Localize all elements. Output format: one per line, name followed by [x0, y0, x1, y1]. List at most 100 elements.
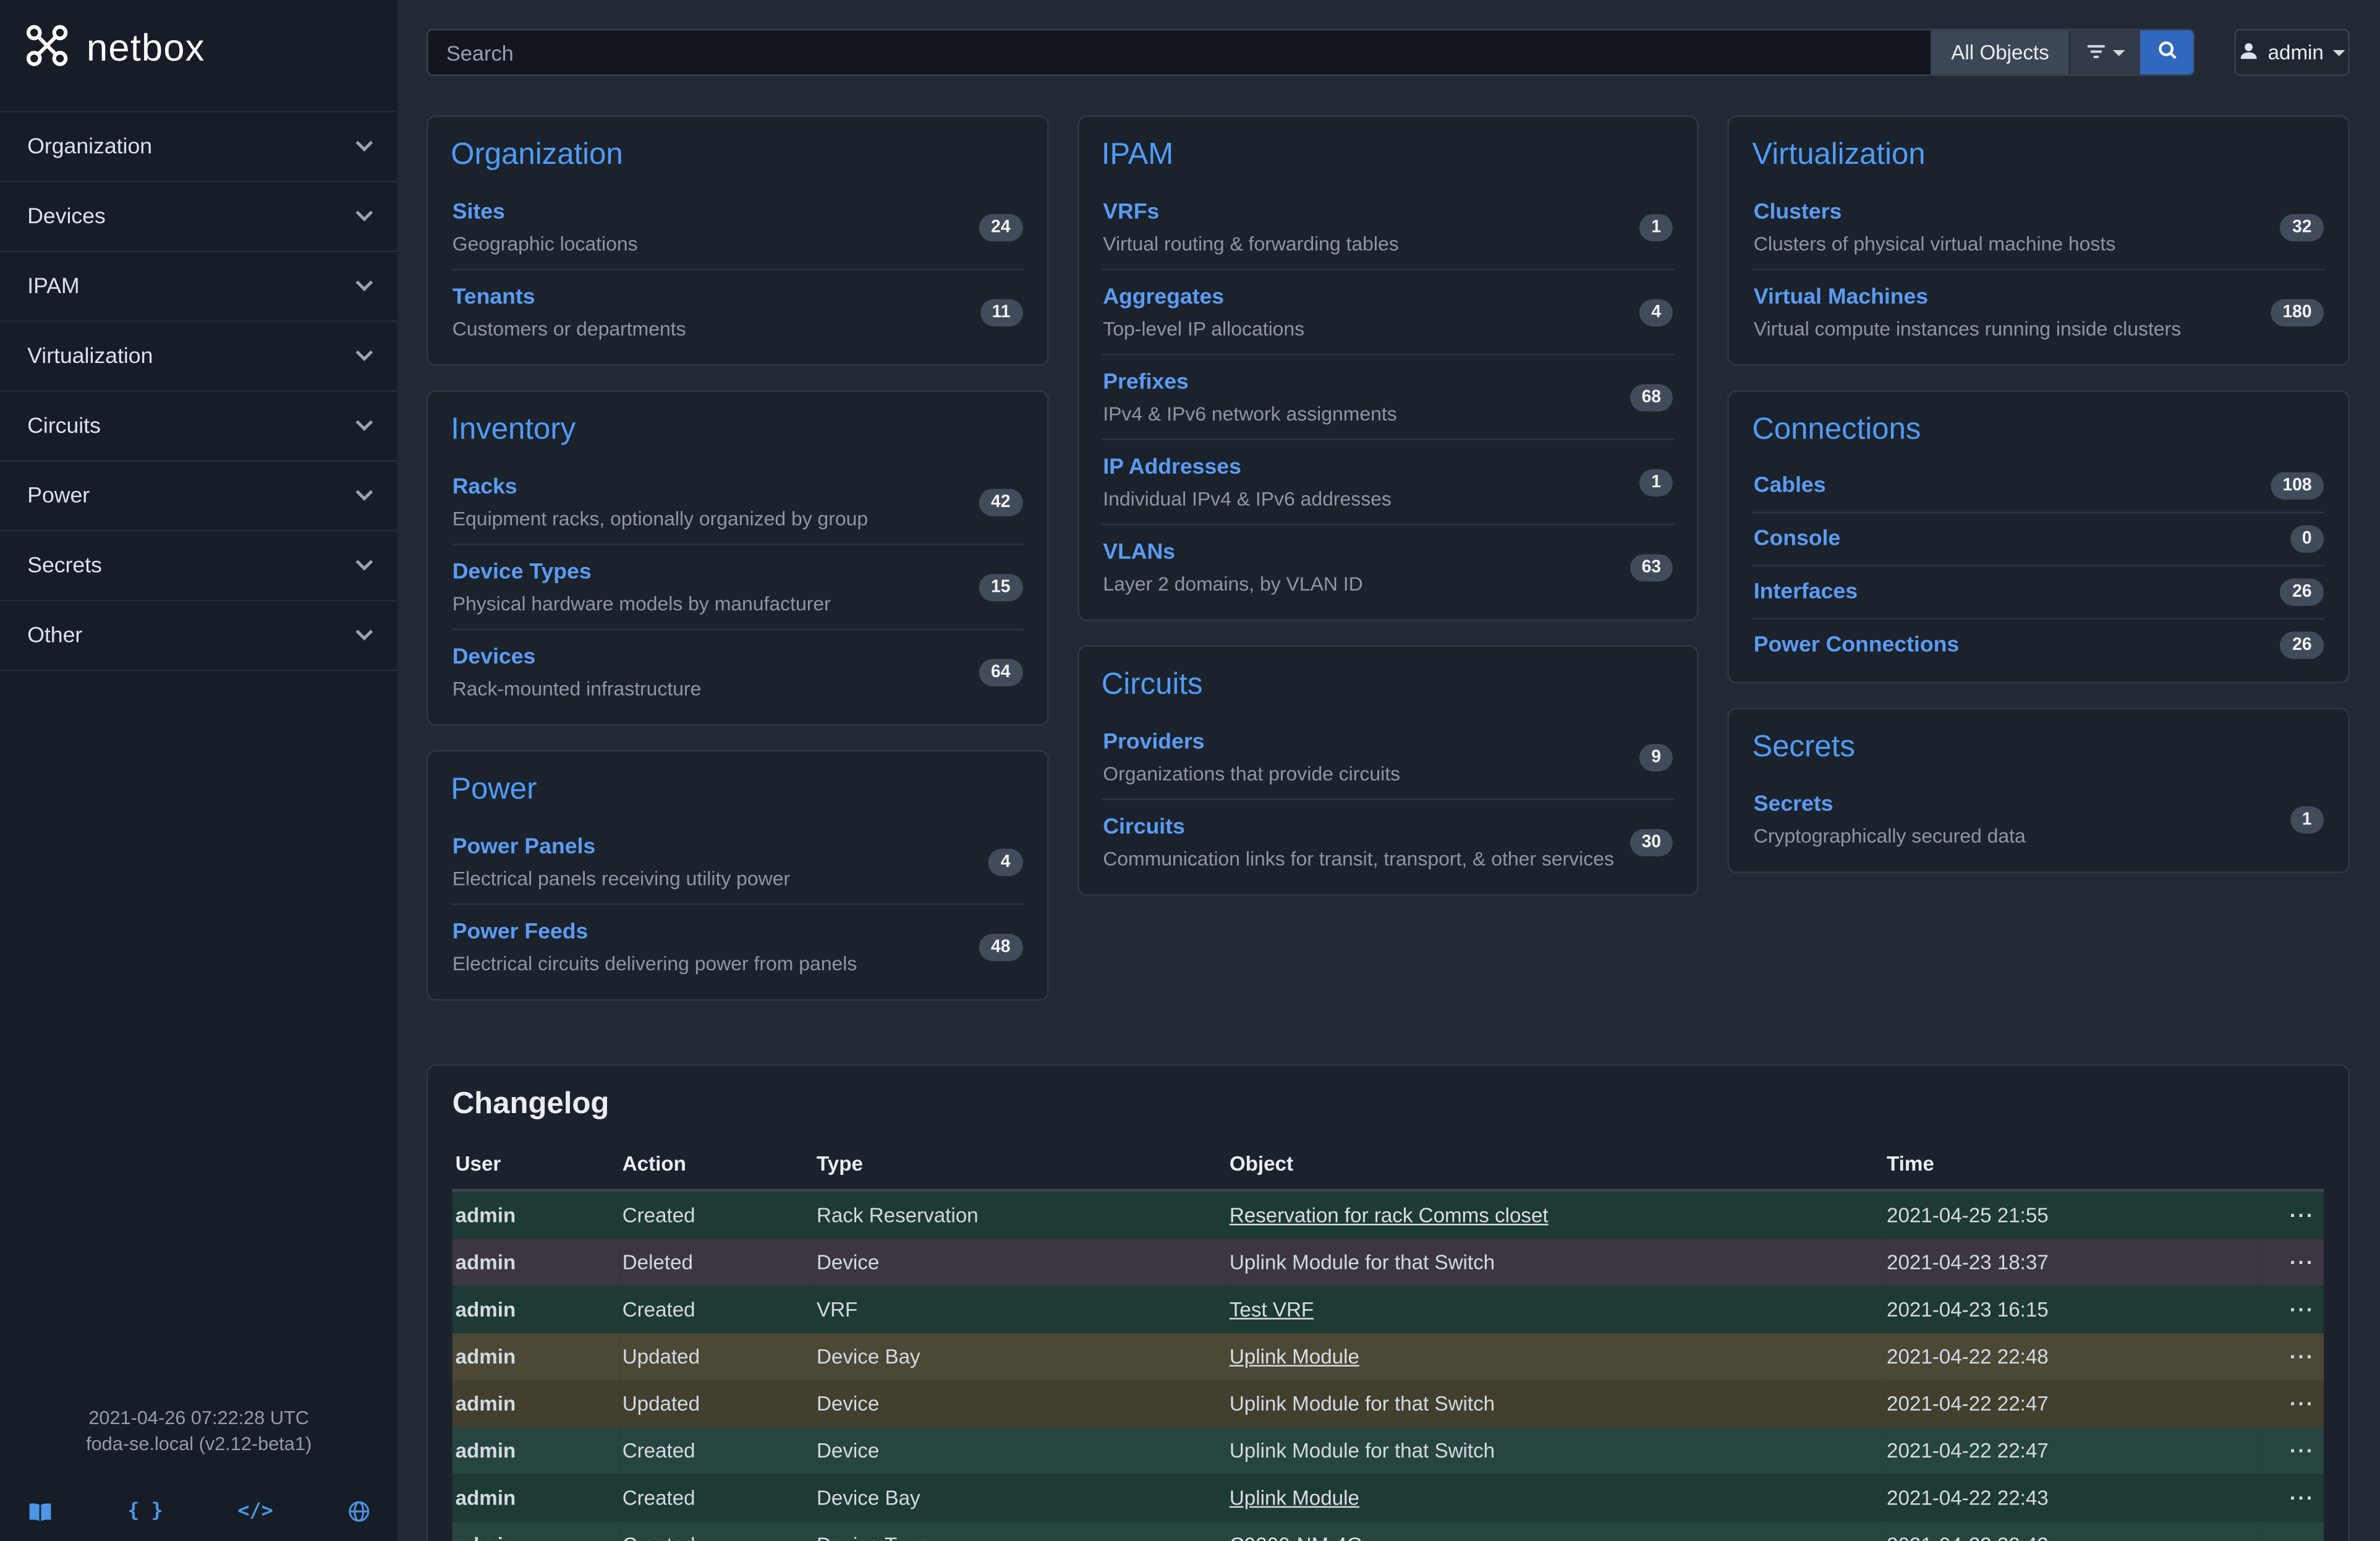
- sidebar-item-organization[interactable]: Organization: [0, 111, 397, 181]
- panel-virtualization: Virtualization Clusters Clusters of phys…: [1728, 116, 2350, 366]
- object-link[interactable]: C9200-NM-4G: [1230, 1534, 1363, 1541]
- item-text: VLANs Layer 2 domains, by VLAN ID: [1103, 539, 1362, 595]
- link-tenants[interactable]: Tenants: [453, 286, 535, 310]
- item-subtitle: Rack-mounted infrastructure: [453, 677, 702, 700]
- sidebar-item-power[interactable]: Power: [0, 460, 397, 530]
- item-subtitle: Organizations that provide circuits: [1103, 762, 1400, 785]
- link-power-feeds[interactable]: Power Feeds: [453, 920, 589, 944]
- link-console[interactable]: Console: [1754, 527, 1840, 551]
- cell-type: Device Type: [814, 1521, 1226, 1541]
- cell-type: Device Bay: [814, 1333, 1226, 1380]
- changelog-panel: Changelog User Action Type Object Time: [427, 1064, 2350, 1541]
- count-badge: 64: [979, 658, 1022, 685]
- link-devices[interactable]: Devices: [453, 646, 536, 670]
- row-actions-menu[interactable]: ···: [2257, 1286, 2324, 1333]
- row-actions-menu[interactable]: ···: [2257, 1427, 2324, 1474]
- user-menu-button[interactable]: admin: [2234, 29, 2350, 76]
- row-actions-menu[interactable]: ···: [2257, 1380, 2324, 1427]
- panel-ipam: IPAM VRFs Virtual routing & forwarding t…: [1077, 116, 1699, 621]
- item-subtitle: Electrical panels receiving utility powe…: [453, 867, 790, 890]
- panel-title-secrets[interactable]: Secrets: [1752, 730, 2325, 765]
- instance-version: foda-se.local (v2.12-beta1): [0, 1432, 397, 1458]
- object-link[interactable]: Reservation for rack Comms closet: [1230, 1204, 1549, 1227]
- link-racks[interactable]: Racks: [453, 476, 517, 500]
- row-actions-menu[interactable]: ···: [2257, 1333, 2324, 1380]
- table-row: admin Updated Device Bay Uplink Module 2…: [453, 1333, 2324, 1380]
- count-badge: 1: [1639, 213, 1673, 241]
- globe-icon[interactable]: [347, 1500, 370, 1523]
- panel-title-circuits[interactable]: Circuits: [1102, 668, 1675, 702]
- cell-user: admin: [453, 1239, 619, 1286]
- link-aggregates[interactable]: Aggregates: [1103, 286, 1224, 310]
- link-providers[interactable]: Providers: [1103, 730, 1204, 754]
- search-submit-button[interactable]: [2140, 30, 2193, 74]
- count-badge: 68: [1630, 383, 1673, 411]
- row-actions-menu[interactable]: ···: [2257, 1190, 2324, 1239]
- cell-time: 2021-04-23 16:15: [1884, 1286, 2257, 1333]
- list-item: Power Panels Electrical panels receiving…: [451, 820, 1024, 903]
- link-sites[interactable]: Sites: [453, 200, 505, 224]
- netbox-logo[interactable]: netbox: [0, 0, 397, 96]
- table-row: admin Updated Device Uplink Module for t…: [453, 1380, 2324, 1427]
- list-item: Virtual Machines Virtual compute instanc…: [1752, 269, 2325, 354]
- link-prefixes[interactable]: Prefixes: [1103, 370, 1189, 395]
- search-scope-dropdown[interactable]: All Objects: [1931, 30, 2068, 74]
- cell-object: Reservation for rack Comms closet: [1226, 1190, 1884, 1239]
- item-text: IP Addresses Individual IPv4 & IPv6 addr…: [1103, 454, 1392, 510]
- sidebar-item-label: Circuits: [27, 414, 101, 438]
- link-ip-addresses[interactable]: IP Addresses: [1103, 456, 1241, 480]
- rest-api-braces-icon[interactable]: { }: [127, 1500, 163, 1523]
- panel-title-connections[interactable]: Connections: [1752, 413, 2325, 448]
- link-vrfs[interactable]: VRFs: [1103, 200, 1159, 224]
- link-cables[interactable]: Cables: [1754, 474, 1826, 498]
- object-link[interactable]: Test VRF: [1230, 1298, 1314, 1321]
- cell-time: 2021-04-25 21:55: [1884, 1190, 2257, 1239]
- netbox-logo-icon: [21, 20, 72, 79]
- cell-time: 2021-04-22 22:48: [1884, 1333, 2257, 1380]
- sidebar-item-other[interactable]: Other: [0, 600, 397, 670]
- item-text: Sites Geographic locations: [453, 199, 638, 255]
- filter-icon: [2086, 39, 2104, 66]
- cell-object: Uplink Module for that Switch: [1226, 1380, 1884, 1427]
- cell-action: Updated: [619, 1380, 814, 1427]
- sidebar-item-virtualization[interactable]: Virtualization: [0, 320, 397, 390]
- link-device-types[interactable]: Device Types: [453, 560, 592, 584]
- code-icon[interactable]: </>: [237, 1500, 273, 1523]
- link-power-panels[interactable]: Power Panels: [453, 835, 596, 859]
- row-actions-menu[interactable]: ···: [2257, 1239, 2324, 1286]
- item-subtitle: Individual IPv4 & IPv6 addresses: [1103, 487, 1392, 510]
- sidebar-item-label: Secrets: [27, 553, 102, 578]
- row-actions-menu[interactable]: ···: [2257, 1474, 2324, 1521]
- link-virtual-machines[interactable]: Virtual Machines: [1754, 286, 1928, 310]
- filter-dropdown-button[interactable]: [2069, 30, 2140, 74]
- table-row: admin Created Rack Reservation Reservati…: [453, 1190, 2324, 1239]
- panel-title-virtualization[interactable]: Virtualization: [1752, 138, 2325, 173]
- sidebar-item-circuits[interactable]: Circuits: [0, 390, 397, 460]
- table-row: admin Created VRF Test VRF 2021-04-23 16…: [453, 1286, 2324, 1333]
- count-badge: 26: [2280, 578, 2324, 605]
- sidebar-item-devices[interactable]: Devices: [0, 181, 397, 250]
- link-secrets[interactable]: Secrets: [1754, 793, 1834, 817]
- item-text: Aggregates Top-level IP allocations: [1103, 284, 1304, 340]
- panel-title-organization[interactable]: Organization: [451, 138, 1024, 173]
- link-clusters[interactable]: Clusters: [1754, 200, 1842, 224]
- panel-title-power[interactable]: Power: [451, 773, 1024, 808]
- cell-type: Device Bay: [814, 1474, 1226, 1521]
- panel-title-ipam[interactable]: IPAM: [1102, 138, 1675, 173]
- search-input[interactable]: [428, 30, 1931, 74]
- row-actions-menu[interactable]: ···: [2257, 1521, 2324, 1541]
- item-subtitle: Geographic locations: [453, 233, 638, 255]
- cell-action: Created: [619, 1521, 814, 1541]
- link-circuits[interactable]: Circuits: [1103, 816, 1185, 840]
- object-link[interactable]: Uplink Module: [1230, 1487, 1359, 1509]
- link-vlans[interactable]: VLANs: [1103, 540, 1175, 565]
- timestamp: 2021-04-26 07:22:28 UTC: [0, 1406, 397, 1432]
- sidebar-item-ipam[interactable]: IPAM: [0, 250, 397, 320]
- object-link[interactable]: Uplink Module: [1230, 1345, 1359, 1368]
- link-interfaces[interactable]: Interfaces: [1754, 580, 1858, 604]
- docs-book-icon[interactable]: [27, 1501, 53, 1522]
- link-power-connections[interactable]: Power Connections: [1754, 633, 1959, 657]
- sidebar-item-secrets[interactable]: Secrets: [0, 530, 397, 600]
- panel-title-inventory[interactable]: Inventory: [451, 413, 1024, 448]
- count-badge: 48: [979, 933, 1022, 960]
